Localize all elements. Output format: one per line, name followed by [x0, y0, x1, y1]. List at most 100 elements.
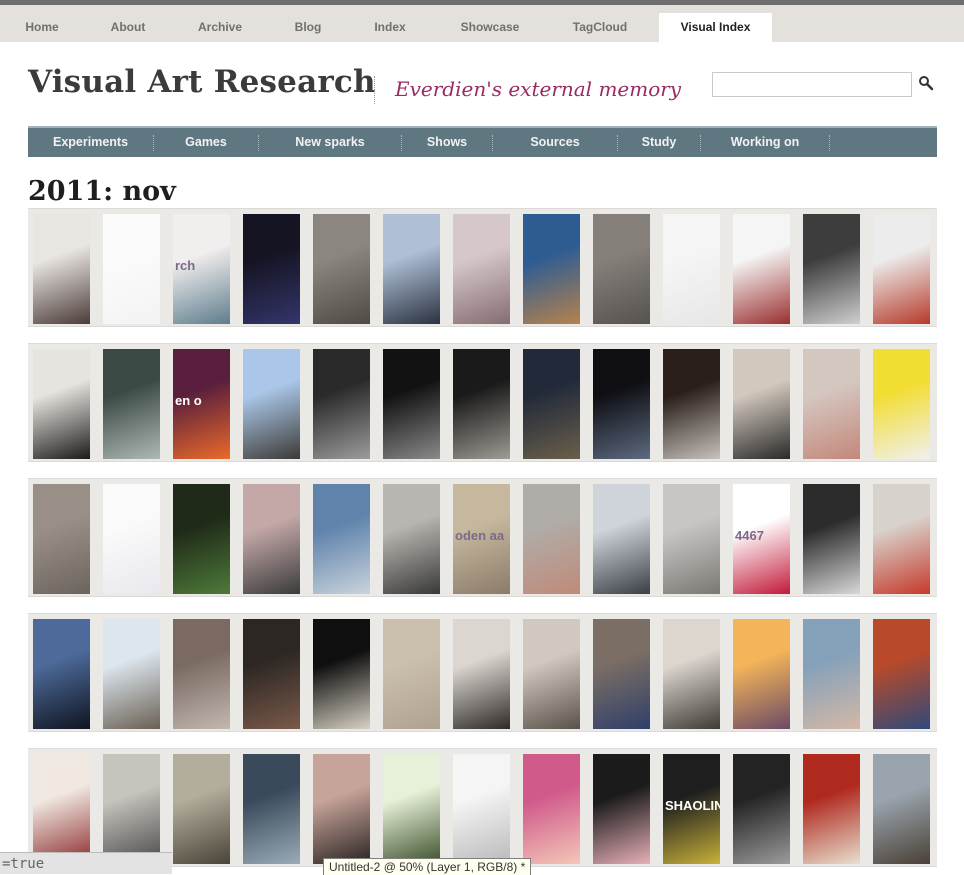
title-separator: [374, 76, 375, 104]
thumbnail-image[interactable]: [103, 349, 160, 459]
thumbnail-image[interactable]: [383, 754, 440, 864]
search-input[interactable]: [712, 72, 912, 97]
thumbnail-image[interactable]: [103, 214, 160, 324]
thumbnail-image[interactable]: [313, 349, 370, 459]
thumbnail-row: en o: [28, 343, 937, 462]
tab-index[interactable]: Index: [352, 13, 428, 42]
top-tab-bar: Home About Archive Blog Index Showcase T…: [0, 0, 964, 45]
thumbnail-image[interactable]: en o: [173, 349, 230, 459]
category-working-on[interactable]: Working on: [701, 128, 829, 157]
thumbnail-image[interactable]: SHAOLIN: [663, 754, 720, 864]
taskbar-tooltip: Untitled-2 @ 50% (Layer 1, RGB/8) *: [323, 858, 532, 875]
thumbnail-caption: oden aa: [455, 528, 505, 543]
thumbnail-image[interactable]: [663, 214, 720, 324]
thumbnail-image[interactable]: [733, 754, 790, 864]
category-new-sparks[interactable]: New sparks: [259, 128, 401, 157]
thumbnail-image[interactable]: [523, 754, 580, 864]
tab-home[interactable]: Home: [0, 13, 84, 42]
thumbnail-image[interactable]: [453, 619, 510, 729]
thumbnail-image[interactable]: [523, 484, 580, 594]
thumbnail-image[interactable]: [33, 349, 90, 459]
thumbnail-image[interactable]: [593, 349, 650, 459]
tab-about[interactable]: About: [86, 13, 170, 42]
thumbnail-image[interactable]: [33, 484, 90, 594]
site-tagline: Everdien's external memory: [395, 77, 682, 101]
thumbnail-image[interactable]: [873, 754, 930, 864]
tab-blog[interactable]: Blog: [270, 13, 346, 42]
thumbnail-image[interactable]: [313, 754, 370, 864]
thumbnail-image[interactable]: [243, 484, 300, 594]
thumbnail-image[interactable]: [523, 214, 580, 324]
thumbnail-image[interactable]: [873, 214, 930, 324]
thumbnail-image[interactable]: [523, 349, 580, 459]
thumbnail-image[interactable]: [733, 619, 790, 729]
thumbnail-image[interactable]: [313, 484, 370, 594]
thumbnail-image[interactable]: [733, 214, 790, 324]
thumbnail-image[interactable]: [313, 214, 370, 324]
site-title[interactable]: Visual Art Research: [28, 64, 376, 100]
category-nav: Experiments Games New sparks Shows Sourc…: [28, 126, 937, 157]
thumbnail-image[interactable]: [103, 619, 160, 729]
category-games[interactable]: Games: [154, 128, 258, 157]
thumbnail-image[interactable]: [663, 484, 720, 594]
thumbnail-image[interactable]: [383, 349, 440, 459]
thumbnail-image[interactable]: [803, 484, 860, 594]
category-study[interactable]: Study: [618, 128, 700, 157]
archive-heading: 2011: nov: [28, 176, 176, 207]
thumbnail-image[interactable]: [103, 484, 160, 594]
thumbnail-image[interactable]: [803, 214, 860, 324]
thumbnail-caption: 4467: [735, 528, 764, 543]
thumbnail-image[interactable]: [593, 619, 650, 729]
category-experiments[interactable]: Experiments: [28, 128, 153, 157]
thumbnail-image[interactable]: oden aa: [453, 484, 510, 594]
thumbnail-image[interactable]: [803, 619, 860, 729]
thumbnail-image[interactable]: [873, 349, 930, 459]
thumbnail-image[interactable]: [593, 484, 650, 594]
thumbnail-image[interactable]: [243, 214, 300, 324]
thumbnail-image[interactable]: [33, 754, 90, 864]
thumbnail-caption: SHAOLIN: [665, 798, 720, 813]
thumbnail-image[interactable]: rch: [173, 214, 230, 324]
thumbnail-image[interactable]: [873, 484, 930, 594]
thumbnail-image[interactable]: [243, 349, 300, 459]
thumbnail-image[interactable]: [33, 214, 90, 324]
category-sources[interactable]: Sources: [493, 128, 617, 157]
tab-archive[interactable]: Archive: [177, 13, 263, 42]
nav-separator: [829, 135, 830, 151]
thumbnail-image[interactable]: [593, 754, 650, 864]
thumbnail-image[interactable]: [383, 619, 440, 729]
thumbnail-row: rch: [28, 208, 937, 327]
thumbnail-row: SHAOLIN: [28, 748, 937, 867]
thumbnail-image[interactable]: [313, 619, 370, 729]
tab-tagcloud[interactable]: TagCloud: [552, 13, 648, 42]
thumbnail-image[interactable]: 4467: [733, 484, 790, 594]
thumbnail-image[interactable]: [103, 754, 160, 864]
thumbnail-image[interactable]: [803, 349, 860, 459]
thumbnail-image[interactable]: [173, 619, 230, 729]
thumbnail-image[interactable]: [453, 349, 510, 459]
tab-visual-index[interactable]: Visual Index: [659, 13, 772, 45]
thumbnail-caption: rch: [175, 258, 196, 273]
thumbnail-image[interactable]: [663, 349, 720, 459]
thumbnail-image[interactable]: [453, 754, 510, 864]
thumbnail-image[interactable]: [663, 619, 720, 729]
thumbnail-image[interactable]: [383, 484, 440, 594]
thumbnail-image[interactable]: [453, 214, 510, 324]
thumbnail-row: oden aa 4467: [28, 478, 937, 597]
thumbnail-image[interactable]: [243, 619, 300, 729]
thumbnail-image[interactable]: [243, 754, 300, 864]
thumbnail-image[interactable]: [173, 754, 230, 864]
thumbnail-image[interactable]: [33, 619, 90, 729]
thumbnail-image[interactable]: [803, 754, 860, 864]
thumbnail-image[interactable]: [733, 349, 790, 459]
tab-showcase[interactable]: Showcase: [438, 13, 542, 42]
magnifier-icon[interactable]: [918, 75, 934, 91]
thumbnail-caption: en o: [175, 393, 202, 408]
thumbnail-image[interactable]: [523, 619, 580, 729]
thumbnail-image[interactable]: [593, 214, 650, 324]
thumbnail-image[interactable]: [873, 619, 930, 729]
status-bar: =true: [0, 852, 172, 874]
thumbnail-image[interactable]: [383, 214, 440, 324]
category-shows[interactable]: Shows: [402, 128, 492, 157]
thumbnail-image[interactable]: [173, 484, 230, 594]
